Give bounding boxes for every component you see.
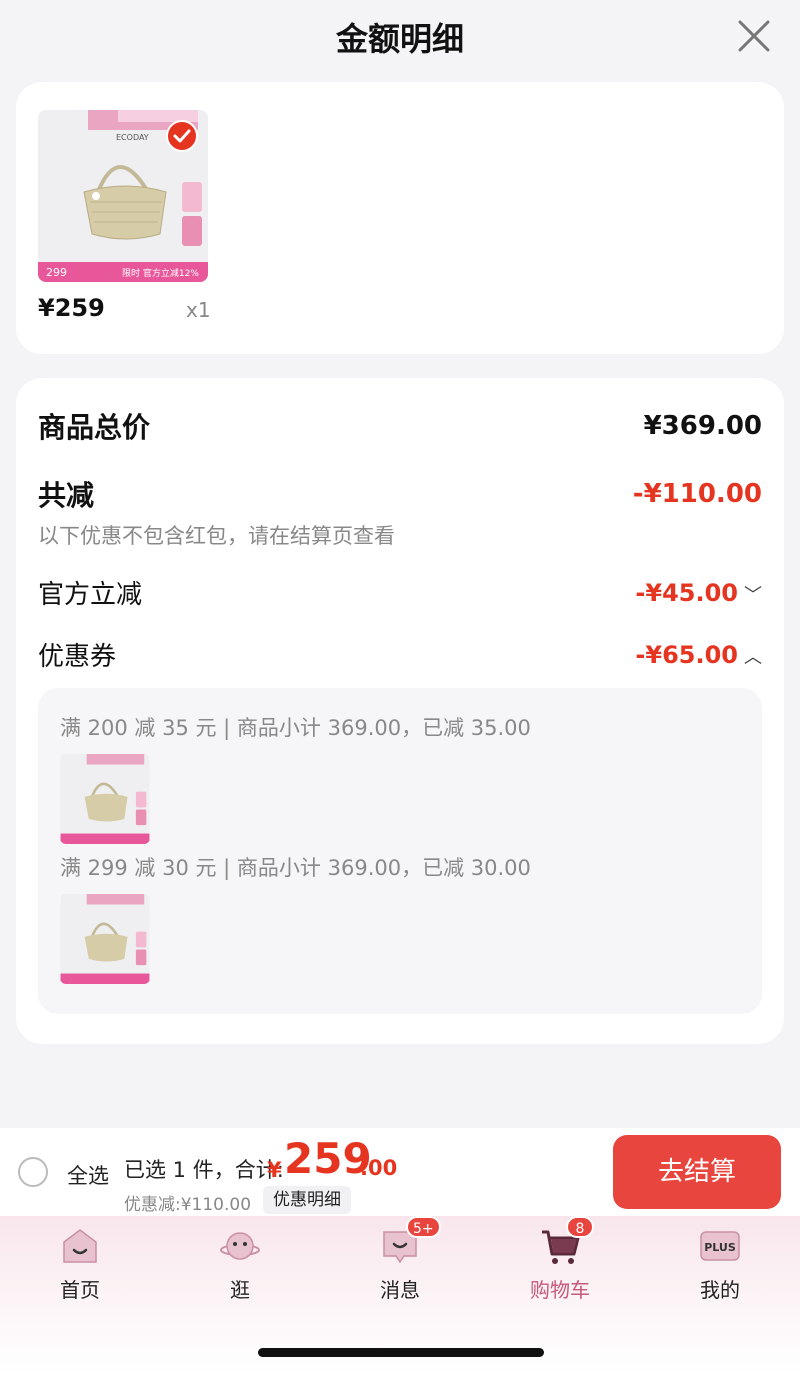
discount-summary: 优惠减:¥110.00 bbox=[124, 1195, 252, 1215]
tab-label: 我的 bbox=[700, 1278, 740, 1302]
tab-home[interactable]: 首页 bbox=[20, 1226, 140, 1312]
select-all-radio[interactable] bbox=[18, 1157, 48, 1187]
coupon-label: 优惠券 bbox=[38, 642, 117, 672]
chevron-up-icon[interactable]: ︿ bbox=[744, 643, 762, 669]
tab-browse[interactable]: 逛 bbox=[180, 1226, 300, 1312]
svg-text:PLUS: PLUS bbox=[704, 1241, 736, 1254]
official-discount-row[interactable]: 官方立减 -¥45.00 ﹀ bbox=[38, 574, 762, 611]
close-icon[interactable] bbox=[736, 18, 772, 54]
price-detail-card: 商品总价 ¥369.00 共减 -¥110.00 以下优惠不包含红包，请在结算页… bbox=[16, 378, 784, 1044]
coupon-value: -¥65.00 bbox=[635, 640, 738, 669]
handbag-image bbox=[60, 894, 150, 984]
tab-bar: 首页 逛 5+ 消息 8 购物车 PLUS 我的 bbox=[0, 1216, 800, 1374]
total-amount: 259 bbox=[284, 1134, 372, 1183]
tab-profile[interactable]: PLUS 我的 bbox=[660, 1226, 780, 1312]
svg-text:限时 官方立减12%: 限时 官方立减12% bbox=[122, 267, 199, 279]
tab-label: 消息 bbox=[380, 1278, 420, 1302]
total-reduce-label: 共减 bbox=[38, 479, 95, 512]
total-reduce-value: -¥110.00 bbox=[632, 479, 762, 509]
tab-label: 逛 bbox=[230, 1278, 250, 1302]
svg-text:299: 299 bbox=[46, 266, 67, 279]
selected-items-card: ECODAY 299 限时 官方立减12% ¥259 x1 bbox=[16, 82, 784, 354]
home-indicator bbox=[258, 1348, 544, 1357]
item-price: ¥259 bbox=[38, 294, 105, 322]
svg-text:ECODAY: ECODAY bbox=[116, 133, 149, 142]
product-thumbnail[interactable]: ECODAY 299 限时 官方立减12% bbox=[38, 110, 208, 282]
handbag-image bbox=[60, 754, 150, 844]
selected-count: 已选 1 件，合计: bbox=[124, 1158, 284, 1182]
official-discount-label: 官方立减 bbox=[38, 580, 143, 610]
checkout-button[interactable]: 去结算 bbox=[613, 1135, 781, 1209]
total-amount-decimal: .00 bbox=[360, 1156, 398, 1180]
total-currency: ¥ bbox=[267, 1158, 282, 1182]
tab-label: 首页 bbox=[60, 1278, 100, 1302]
item-quantity: x1 bbox=[186, 298, 211, 322]
total-reduce-row: 共减 -¥110.00 bbox=[38, 474, 762, 514]
coupon-product-thumbnail[interactable] bbox=[60, 754, 150, 844]
cart-badge: 8 bbox=[566, 1216, 594, 1238]
coupon-row[interactable]: 优惠券 -¥65.00 ︿ bbox=[38, 636, 762, 673]
select-all-label[interactable]: 全选 bbox=[67, 1160, 109, 1190]
header: 金额明细 bbox=[0, 0, 800, 76]
coupon-line: 满 299 减 30 元 | 商品小计 369.00，已减 30.00 bbox=[60, 856, 531, 880]
tab-messages[interactable]: 5+ 消息 bbox=[340, 1216, 460, 1312]
checkout-bar: 全选 已选 1 件，合计: ¥ 259 .00 优惠减:¥110.00 优惠明细… bbox=[0, 1128, 800, 1216]
total-price-row: 商品总价 ¥369.00 bbox=[38, 406, 762, 446]
discount-detail-button[interactable]: 优惠明细 bbox=[263, 1186, 351, 1214]
chevron-down-icon[interactable]: ﹀ bbox=[744, 581, 762, 607]
tab-cart[interactable]: 8 购物车 bbox=[500, 1216, 620, 1312]
official-discount-value: -¥45.00 bbox=[635, 578, 738, 607]
plus-member-icon: PLUS bbox=[700, 1231, 740, 1261]
total-price-value: ¥369.00 bbox=[643, 411, 762, 441]
total-price-label: 商品总价 bbox=[38, 411, 151, 444]
tab-label: 购物车 bbox=[530, 1278, 590, 1302]
discount-note: 以下优惠不包含红包，请在结算页查看 bbox=[38, 524, 395, 548]
home-icon bbox=[63, 1229, 97, 1263]
checked-icon[interactable] bbox=[166, 120, 198, 152]
message-badge: 5+ bbox=[406, 1216, 441, 1238]
planet-icon bbox=[220, 1232, 260, 1260]
page-title: 金额明细 bbox=[335, 20, 464, 58]
coupon-line: 满 200 减 35 元 | 商品小计 369.00，已减 35.00 bbox=[60, 716, 531, 740]
coupon-product-thumbnail[interactable] bbox=[60, 894, 150, 984]
coupon-detail-box: 满 200 减 35 元 | 商品小计 369.00，已减 35.00 满 29… bbox=[38, 688, 762, 1014]
